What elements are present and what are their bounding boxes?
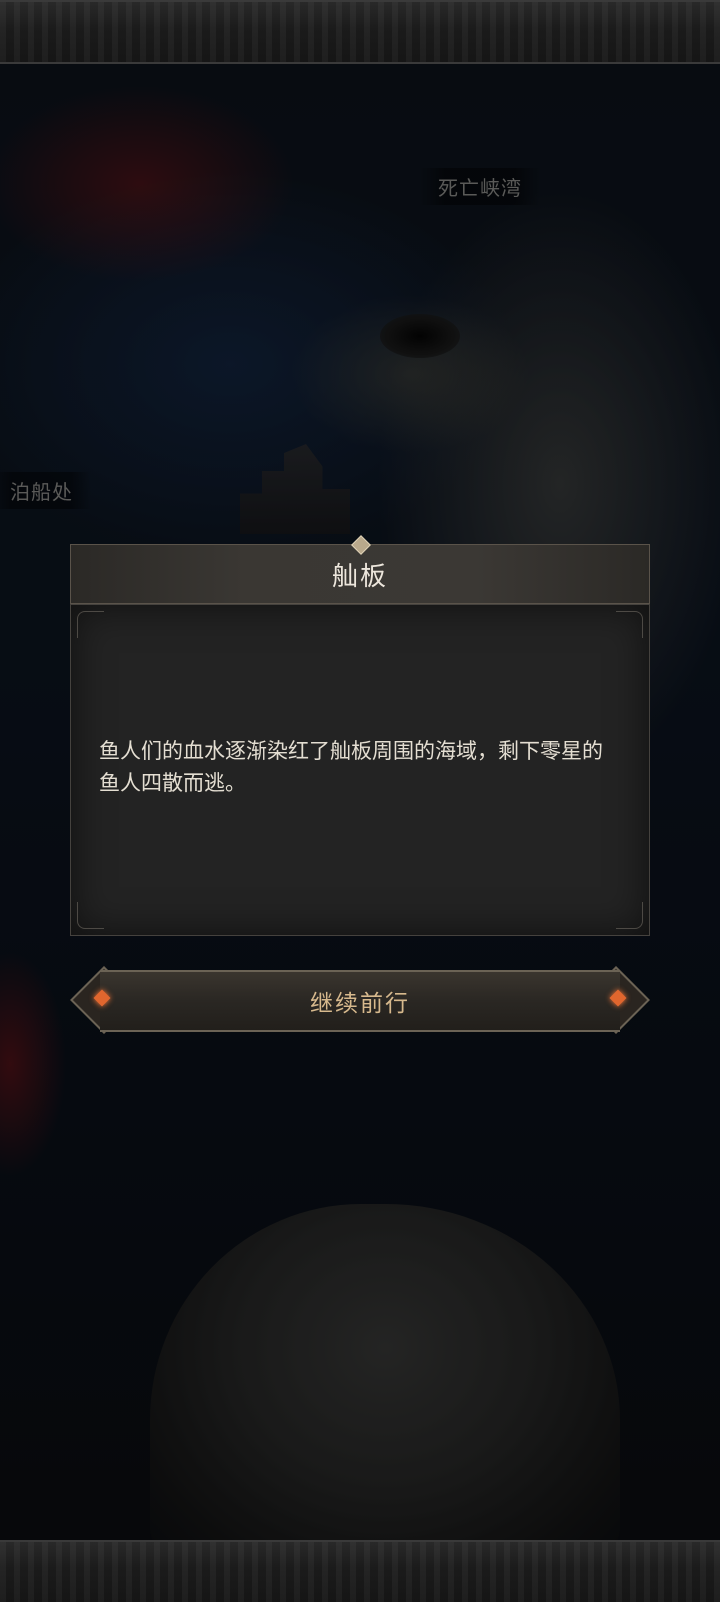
dialog-title: 舢板 [331,561,388,592]
continue-button[interactable]: 继续前行 [70,966,650,1034]
top-frame-border [0,0,720,64]
dialog-header: 舢板 [70,535,650,604]
continue-button-body[interactable]: 继续前行 [100,970,620,1032]
corner-ornament-icon [77,611,104,638]
corner-ornament-icon [616,611,643,638]
corner-ornament-icon [616,902,643,929]
continue-button-label: 继续前行 [310,991,410,1017]
bottom-frame-border [0,1540,720,1602]
event-dialog: 舢板 鱼人们的血水逐渐染红了舢板周围的海域，剩下零星的鱼人四散而逃。 [70,535,650,936]
dialog-body: 鱼人们的血水逐渐染红了舢板周围的海域，剩下零星的鱼人四散而逃。 [70,604,650,936]
dialog-message: 鱼人们的血水逐渐染红了舢板周围的海域，剩下零星的鱼人四散而逃。 [99,739,603,795]
corner-ornament-icon [77,902,104,929]
